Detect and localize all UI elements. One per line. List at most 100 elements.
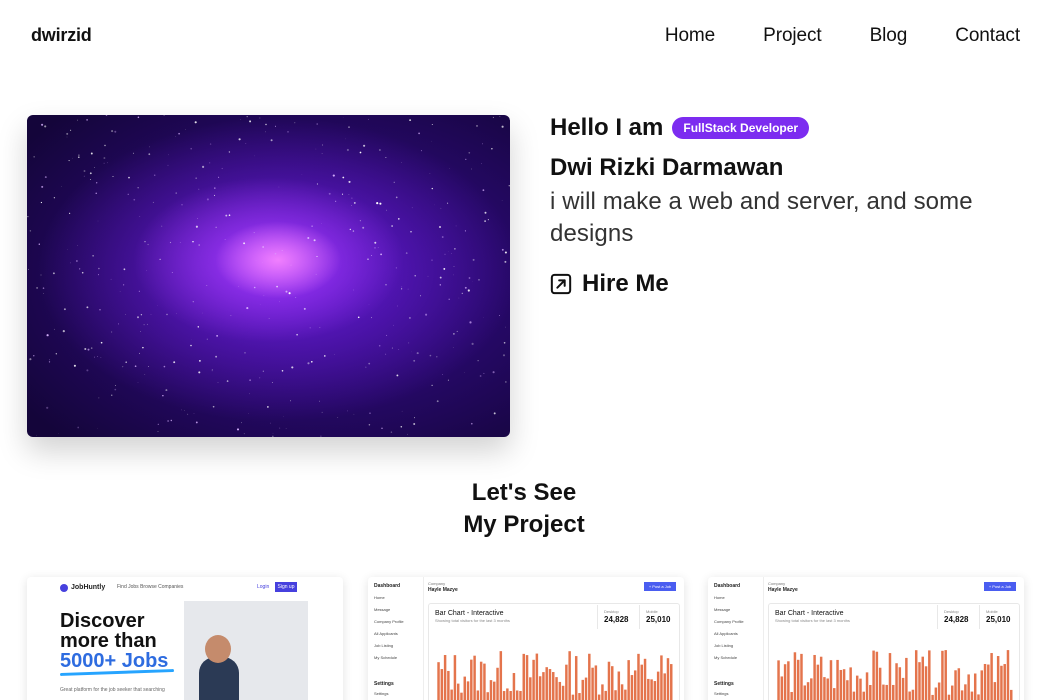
mobile-stat: Mobile 25,010 (639, 605, 681, 629)
jobhuntly-logo-icon (60, 584, 68, 592)
chart-bar (1000, 665, 1003, 700)
star (98, 274, 100, 276)
star (443, 267, 446, 270)
star (352, 230, 355, 232)
chart-bar (571, 694, 575, 700)
star (316, 183, 318, 185)
star (190, 344, 192, 347)
star (262, 370, 264, 372)
sidebar-item: Job Listing (374, 643, 394, 648)
chart-bar (607, 661, 611, 700)
star (114, 388, 117, 391)
star (147, 366, 149, 368)
star (385, 284, 387, 286)
star (447, 202, 449, 204)
star (97, 427, 98, 429)
star (342, 176, 345, 179)
site-brand[interactable]: dwirzid (31, 25, 92, 46)
post-job-button: + Post a Job (644, 582, 676, 591)
star (144, 241, 146, 243)
star (27, 268, 30, 270)
star (111, 130, 114, 133)
jobhuntly-signup: Sign up (275, 582, 297, 592)
chart-bar (869, 685, 872, 700)
nav-blog-link[interactable]: Blog (870, 25, 908, 47)
chart-bar (522, 653, 525, 700)
star (70, 129, 72, 131)
star (243, 242, 246, 245)
star (159, 258, 161, 261)
hero-tagline: i will make a web and server, and some d… (550, 188, 973, 247)
star (94, 167, 95, 168)
jobhuntly-login: Login (257, 584, 270, 590)
nav-project-link[interactable]: Project (763, 25, 822, 47)
chart-bar (944, 650, 947, 700)
chart-bar (670, 664, 673, 700)
chart-bar (532, 659, 535, 700)
sidebar-item: All Applicants (714, 631, 738, 636)
star (379, 149, 381, 151)
star (259, 117, 261, 119)
project-card-dashboard-2[interactable]: Dashboard Home Message Company Profile A… (708, 577, 1024, 700)
star (452, 347, 454, 348)
chart-bar (918, 662, 921, 700)
star (73, 364, 76, 367)
star (192, 240, 194, 243)
star (431, 259, 433, 261)
star (66, 136, 68, 138)
star (316, 123, 318, 125)
star (152, 201, 154, 203)
star (184, 410, 185, 411)
chart-bar (987, 664, 990, 700)
star (438, 225, 442, 229)
nav-contact-link[interactable]: Contact (955, 25, 1020, 47)
star-field (27, 115, 510, 437)
star (482, 189, 485, 192)
star (396, 374, 399, 377)
star (469, 321, 472, 324)
chart-bar (780, 676, 784, 700)
star (148, 153, 151, 156)
star (464, 286, 467, 289)
project-card-dashboard-1[interactable]: Dashboard Home Message Company Profile A… (368, 577, 684, 700)
chart-bar (977, 694, 980, 700)
chart-bar (823, 677, 826, 700)
chart-bar (637, 653, 640, 700)
jobhuntly-subtitle: Great platform for the job seeker that s… (60, 687, 165, 693)
star (504, 260, 507, 263)
star (381, 427, 383, 429)
star (192, 301, 194, 303)
star (89, 178, 92, 181)
star (77, 426, 80, 429)
star (472, 258, 475, 261)
star (134, 365, 137, 368)
star (40, 274, 42, 276)
star (127, 193, 129, 195)
star (281, 250, 283, 252)
star (505, 326, 506, 328)
star (84, 347, 87, 351)
chart-bar (614, 690, 617, 700)
star (479, 375, 482, 377)
star (265, 131, 267, 133)
chart-bar (552, 672, 555, 700)
star (46, 406, 49, 409)
star (248, 413, 249, 414)
star (171, 271, 173, 273)
star (181, 409, 182, 411)
project-card-jobhuntly[interactable]: JobHuntly Find Jobs Browse Companies Log… (27, 577, 343, 700)
jobhuntly-headline-1: Discover (60, 610, 145, 632)
star (169, 241, 172, 244)
star (346, 148, 349, 152)
star (418, 132, 420, 135)
hire-me-button[interactable]: Hire Me (550, 270, 669, 298)
star (276, 285, 278, 288)
mobile-stat-value: 25,010 (646, 615, 671, 624)
star (362, 226, 365, 229)
chart-bar (836, 659, 839, 700)
chart-bar (960, 690, 964, 700)
star (44, 176, 47, 179)
nav-home-link[interactable]: Home (665, 25, 715, 47)
star (484, 220, 486, 222)
chart-title: Bar Chart - Interactive (775, 610, 844, 617)
